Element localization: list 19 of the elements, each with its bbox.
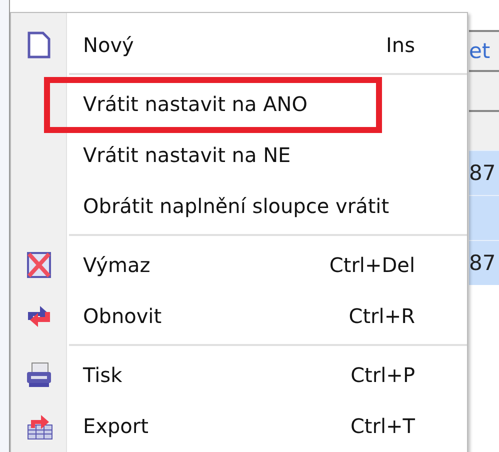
shortcut-label: Ctrl+P <box>350 362 415 386</box>
shortcut-label: Ins <box>386 32 415 56</box>
table-cell: 87 <box>469 150 499 195</box>
menu-item[interactable]: Export Ctrl+T <box>67 400 467 451</box>
page-icon <box>27 30 51 58</box>
delete-icon <box>26 250 52 278</box>
shortcut-label: Ctrl+T <box>350 414 415 438</box>
menu-item[interactable]: Obrátit naplnění sloupce vrátit <box>67 180 467 231</box>
menu-item[interactable]: Vrátit nastavit na NE <box>67 129 467 180</box>
menu-item[interactable]: Obnovit Ctrl+R <box>67 290 467 341</box>
shortcut-label: Ctrl+Del <box>329 252 415 276</box>
menu-item[interactable]: Vrátit nastavit na ANO <box>67 78 467 129</box>
table-cell: et <box>469 30 499 70</box>
menu-item[interactable]: Výmaz Ctrl+Del <box>67 239 467 290</box>
shortcut-label: Ctrl+R <box>348 304 415 328</box>
menu-item[interactable]: Tisk Ctrl+P <box>67 349 467 400</box>
table-cell: 87 <box>469 240 499 285</box>
menu-item[interactable]: Nový Ins <box>67 19 467 70</box>
printer-icon <box>25 360 53 388</box>
